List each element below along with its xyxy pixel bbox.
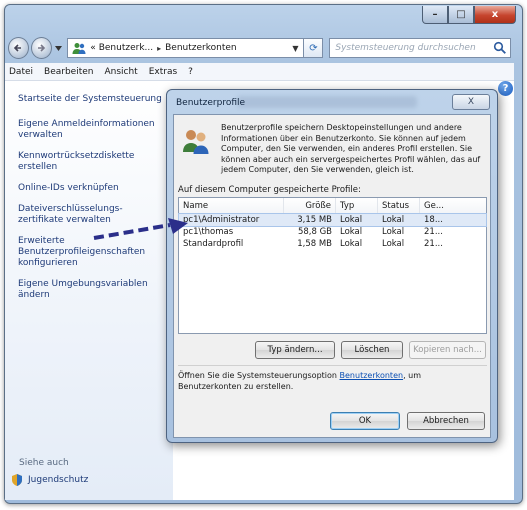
row-modified: 21...: [424, 227, 443, 237]
column-header-type[interactable]: Typ: [336, 198, 378, 213]
refresh-icon: ⟳: [309, 42, 318, 54]
column-header-modified[interactable]: Ge...: [420, 198, 486, 213]
cancel-button[interactable]: Abbrechen: [407, 412, 485, 430]
row-modified: 18...: [424, 215, 443, 225]
title-glow: [237, 96, 417, 108]
row-status: Lokal: [382, 227, 405, 237]
breadcrumb-separator-icon: ▸: [157, 43, 162, 53]
row-type: Lokal: [340, 215, 363, 225]
link-control-panel-home[interactable]: Startseite der Systemsteuerung: [18, 94, 168, 105]
annotation-arrow-icon: [93, 218, 188, 240]
row-name: pc1\Administrator: [183, 215, 260, 225]
list-row[interactable]: Standardprofil 1,58 MB Lokal Lokal 21...: [179, 238, 486, 250]
users-icon: [72, 43, 86, 54]
footer-text: Öffnen Sie die Systemsteuerungsoption Be…: [178, 371, 487, 392]
footer-text-pre: Öffnen Sie die Systemsteuerungsoption: [178, 371, 340, 380]
profiles-list[interactable]: Name Größe Typ Status Ge... pc1\Administ…: [178, 197, 487, 334]
maximize-icon: □: [456, 9, 466, 20]
row-status: Lokal: [382, 215, 405, 225]
link-parental-controls[interactable]: Jugendschutz: [28, 475, 88, 486]
menu-bearbeiten[interactable]: Bearbeiten: [44, 67, 93, 77]
row-name: pc1\thomas: [183, 227, 234, 237]
link-environment-variables[interactable]: Eigene Umgebungsvariablen ändern: [18, 279, 158, 301]
delete-button[interactable]: Löschen: [341, 341, 403, 359]
list-row[interactable]: pc1\thomas 58,8 GB Lokal Lokal 21...: [179, 226, 486, 238]
chevron-down-icon: [54, 45, 62, 51]
change-type-button[interactable]: Typ ändern...: [255, 341, 335, 359]
search-input[interactable]: Systemsteuerung durchsuchen: [335, 43, 493, 53]
link-manage-credentials[interactable]: Eigene Anmeldeinformationen verwalten: [18, 119, 168, 141]
address-row: « Benutzerk... ▸ Benutzerkonten ▼ ⟳ Syst…: [8, 36, 511, 60]
row-size: 58,8 GB: [297, 227, 332, 237]
caption-buttons: – □ x: [422, 6, 516, 24]
copy-to-button[interactable]: Kopieren nach...: [409, 341, 486, 359]
column-header-status[interactable]: Status: [378, 198, 420, 213]
forward-button[interactable]: [30, 37, 52, 59]
profiles-list-label: Auf diesem Computer gespeicherte Profile…: [178, 185, 361, 195]
column-header-size[interactable]: Größe: [284, 198, 336, 213]
minimize-icon: –: [432, 9, 438, 20]
ok-button[interactable]: OK: [330, 412, 400, 430]
search-icon[interactable]: [493, 41, 507, 55]
menu-extras[interactable]: Extras: [149, 67, 177, 77]
row-size: 1,58 MB: [297, 239, 332, 249]
parental-controls-link-row[interactable]: Jugendschutz: [10, 473, 88, 487]
forward-arrow-icon: [38, 44, 46, 52]
dialog-title: Benutzerprofile: [176, 98, 246, 108]
refresh-button[interactable]: ⟳: [304, 38, 324, 58]
help-icon[interactable]: ?: [498, 81, 513, 96]
menu-bar: Datei Bearbeiten Ansicht Extras ?: [5, 63, 514, 81]
row-size: 3,15 MB: [297, 215, 332, 225]
user-profiles-icon: [183, 130, 209, 154]
back-arrow-icon: [14, 44, 22, 52]
dialog-description: Benutzerprofile speichern Desktopeinstel…: [221, 123, 481, 174]
list-row[interactable]: pc1\Administrator 3,15 MB Lokal Lokal 18…: [178, 213, 487, 227]
column-header-name[interactable]: Name: [179, 198, 284, 213]
menu-ansicht[interactable]: Ansicht: [104, 67, 137, 77]
list-header: Name Größe Typ Status Ge...: [179, 198, 486, 214]
close-icon: X: [467, 97, 475, 107]
close-icon: x: [491, 9, 499, 20]
row-type: Lokal: [340, 239, 363, 249]
link-create-reset-disk[interactable]: Kennwortrücksetzdiskette erstellen: [18, 151, 158, 173]
search-box[interactable]: Systemsteuerung durchsuchen: [329, 38, 511, 58]
link-user-accounts[interactable]: Benutzerkonten: [340, 371, 404, 380]
row-name: Standardprofil: [183, 239, 244, 249]
breadcrumb-benutzerkonten[interactable]: Benutzerkonten: [165, 43, 236, 53]
menu-help[interactable]: ?: [188, 67, 193, 77]
breadcrumb-benutzerkonten-familie[interactable]: Benutzerk...: [99, 43, 153, 53]
shield-icon: [12, 474, 22, 486]
minimize-button[interactable]: –: [422, 6, 448, 24]
user-profiles-dialog: Benutzerprofile X Benutzerprofile speich…: [166, 89, 498, 443]
close-button[interactable]: x: [474, 6, 516, 24]
dialog-close-button[interactable]: X: [452, 94, 490, 110]
row-modified: 21...: [424, 239, 443, 249]
recent-pages-dropdown[interactable]: [54, 38, 63, 58]
maximize-button[interactable]: □: [448, 6, 474, 24]
breadcrumb-prefix: «: [90, 43, 96, 53]
dialog-body: Benutzerprofile speichern Desktopeinstel…: [173, 114, 491, 438]
row-type: Lokal: [340, 227, 363, 237]
address-dropdown-icon[interactable]: ▼: [287, 44, 303, 53]
row-status: Lokal: [382, 239, 405, 249]
see-also-heading: Siehe auch: [19, 458, 69, 468]
task-pane: Startseite der Systemsteuerung Eigene An…: [5, 81, 173, 500]
menu-datei[interactable]: Datei: [9, 67, 33, 77]
address-bar[interactable]: « Benutzerk... ▸ Benutzerkonten ▼: [67, 38, 305, 58]
back-button[interactable]: [8, 37, 29, 59]
link-online-ids[interactable]: Online-IDs verknüpfen: [18, 183, 168, 194]
dialog-divider: [178, 365, 487, 366]
